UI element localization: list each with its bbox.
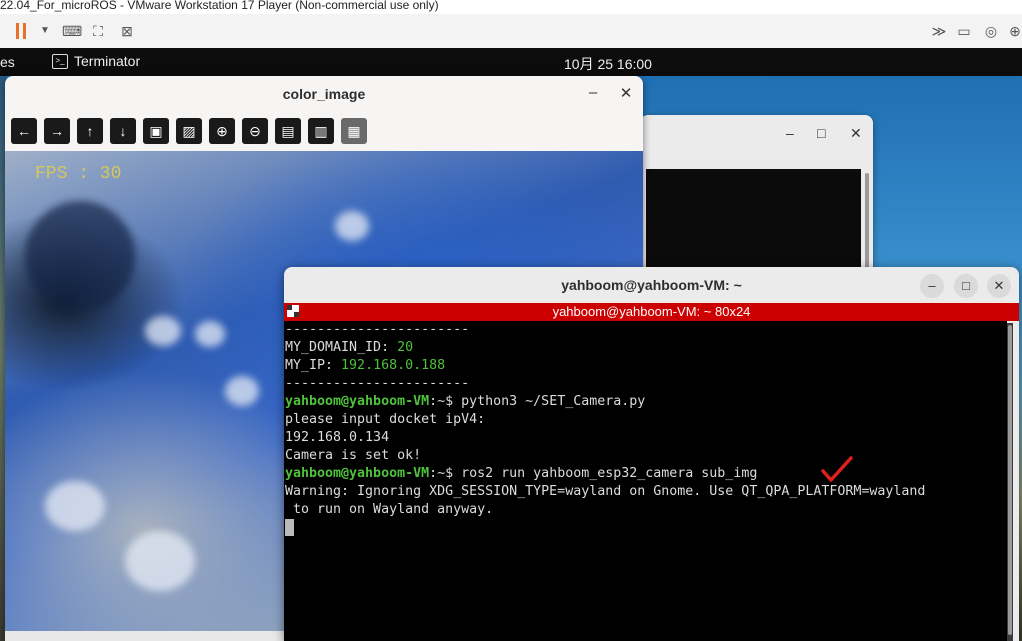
terminal-area[interactable] xyxy=(646,169,861,275)
cursor-line xyxy=(285,519,1007,537)
app-name: Terminator xyxy=(74,53,141,69)
close-icon[interactable]: ✕ xyxy=(850,125,862,142)
vmware-title-bar: 22.04_For_microROS - VMware Workstation … xyxy=(0,0,1022,14)
window-bottom-strip xyxy=(5,631,285,641)
output-line: 192.168.0.134 xyxy=(285,430,390,445)
minimize-icon[interactable]: – xyxy=(583,84,603,101)
save-icon[interactable]: ▤ xyxy=(275,118,301,144)
vmware-title: 22.04_For_microROS - VMware Workstation … xyxy=(0,0,439,12)
command-line: yahboom@yahboom-VM:~$ python3 ~/SET_Came… xyxy=(285,393,1007,411)
unity-icon[interactable]: ⊠ xyxy=(118,22,136,40)
background-terminal-window[interactable]: – □ ✕ xyxy=(640,115,873,275)
vmware-toolbar: ▼ ⌨ ⛶ ⊠ ≫ ▭ ◎ ⊕ xyxy=(0,14,1022,48)
separator-line: ----------------------- xyxy=(285,376,470,391)
terminal-tab-bar[interactable]: yahboom@yahboom-VM: ~ 80x24 xyxy=(284,303,1019,321)
prompt: yahboom@yahboom-VM xyxy=(285,466,430,481)
command-line: yahboom@yahboom-VM:~$ ros2 run yahboom_e… xyxy=(285,465,1007,483)
window-title: color_image xyxy=(282,86,366,102)
terminator-window[interactable]: yahboom@yahboom-VM: ~ – □ ✕ yahboom@yahb… xyxy=(284,267,1019,641)
more-icon[interactable]: ≫ xyxy=(930,22,948,40)
close-icon[interactable]: ✕ xyxy=(987,274,1011,298)
image-params-icon[interactable]: ▨ xyxy=(176,118,202,144)
scrollbar[interactable] xyxy=(1007,323,1013,641)
image-icon[interactable]: ▣ xyxy=(143,118,169,144)
clipboard-icon[interactable]: ▥ xyxy=(308,118,334,144)
scrollbar[interactable] xyxy=(865,173,869,271)
image-region xyxy=(145,316,181,346)
arrow-right-icon[interactable]: → xyxy=(44,118,70,144)
activities-button[interactable]: es xyxy=(0,54,15,70)
chevron-down-icon[interactable]: ▼ xyxy=(36,22,54,40)
output-line: Warning: Ignoring XDG_SESSION_TYPE=wayla… xyxy=(285,484,926,499)
app-menu[interactable]: >_ Terminator xyxy=(52,53,140,69)
pause-icon[interactable] xyxy=(16,23,26,39)
arrow-up-icon[interactable]: ↑ xyxy=(77,118,103,144)
image-region xyxy=(125,531,195,591)
separator-line: ----------------------- xyxy=(285,322,470,337)
properties-icon[interactable]: ▦ xyxy=(341,118,367,144)
image-region xyxy=(25,201,135,311)
terminal-output[interactable]: ----------------------- MY_DOMAIN_ID: 20 M… xyxy=(284,321,1007,641)
text: MY_DOMAIN_ID: xyxy=(285,340,398,355)
fullscreen-icon[interactable]: ⛶ xyxy=(89,22,107,40)
maximize-icon[interactable]: □ xyxy=(817,125,825,141)
clock[interactable]: 10月 25 16:00 xyxy=(564,54,652,74)
zoom-out-icon[interactable]: ⊖ xyxy=(242,118,268,144)
arrow-down-icon[interactable]: ↓ xyxy=(110,118,136,144)
command: :~$ ros2 run yahboom_esp32_camera sub_im… xyxy=(429,466,758,481)
checkmark-icon xyxy=(821,456,853,482)
text: MY_IP: xyxy=(285,358,342,373)
maximize-icon[interactable]: □ xyxy=(954,274,978,298)
output-line: please input docket ipV4: xyxy=(285,412,486,427)
prompt: yahboom@yahboom-VM xyxy=(285,394,430,409)
image-region xyxy=(195,321,225,347)
fps-label: FPS : 30 xyxy=(35,164,122,184)
usb-icon[interactable]: ⊕ xyxy=(1006,22,1022,40)
value: 192.168.0.188 xyxy=(341,358,446,373)
tab-title: yahboom@yahboom-VM: ~ 80x24 xyxy=(552,304,751,319)
zoom-in-icon[interactable]: ⊕ xyxy=(209,118,235,144)
image-toolbar: ← → ↑ ↓ ▣ ▨ ⊕ ⊖ ▤ ▥ ▦ xyxy=(11,118,367,144)
command: :~$ python3 ~/SET_Camera.py xyxy=(429,394,646,409)
minimize-icon[interactable]: – xyxy=(920,274,944,298)
hdd-icon[interactable]: ▭ xyxy=(955,22,973,40)
cd-icon[interactable]: ◎ xyxy=(982,22,1000,40)
minimize-icon[interactable]: – xyxy=(786,125,794,141)
terminal-icon: >_ xyxy=(52,53,68,69)
output-line: MY_IP: 192.168.0.188 xyxy=(285,357,1007,375)
image-region xyxy=(225,376,259,406)
image-region xyxy=(45,481,105,531)
gnome-top-bar: es >_ Terminator 10月 25 16:00 xyxy=(0,48,1022,76)
value: 20 xyxy=(397,340,414,355)
scrollbar-thumb[interactable] xyxy=(1008,325,1012,635)
output-line: MY_DOMAIN_ID: 20 xyxy=(285,339,1007,357)
window-title: yahboom@yahboom-VM: ~ xyxy=(561,277,742,293)
output-line: to run on Wayland anyway. xyxy=(285,502,494,517)
text-cursor xyxy=(285,519,294,536)
close-icon[interactable]: ✕ xyxy=(616,84,636,102)
arrow-left-icon[interactable]: ← xyxy=(11,118,37,144)
terminal-grid-icon[interactable] xyxy=(287,305,299,317)
image-region xyxy=(335,211,369,241)
send-ctrl-alt-del-icon[interactable]: ⌨ xyxy=(62,22,82,40)
output-line: Camera is set ok! xyxy=(285,448,422,463)
